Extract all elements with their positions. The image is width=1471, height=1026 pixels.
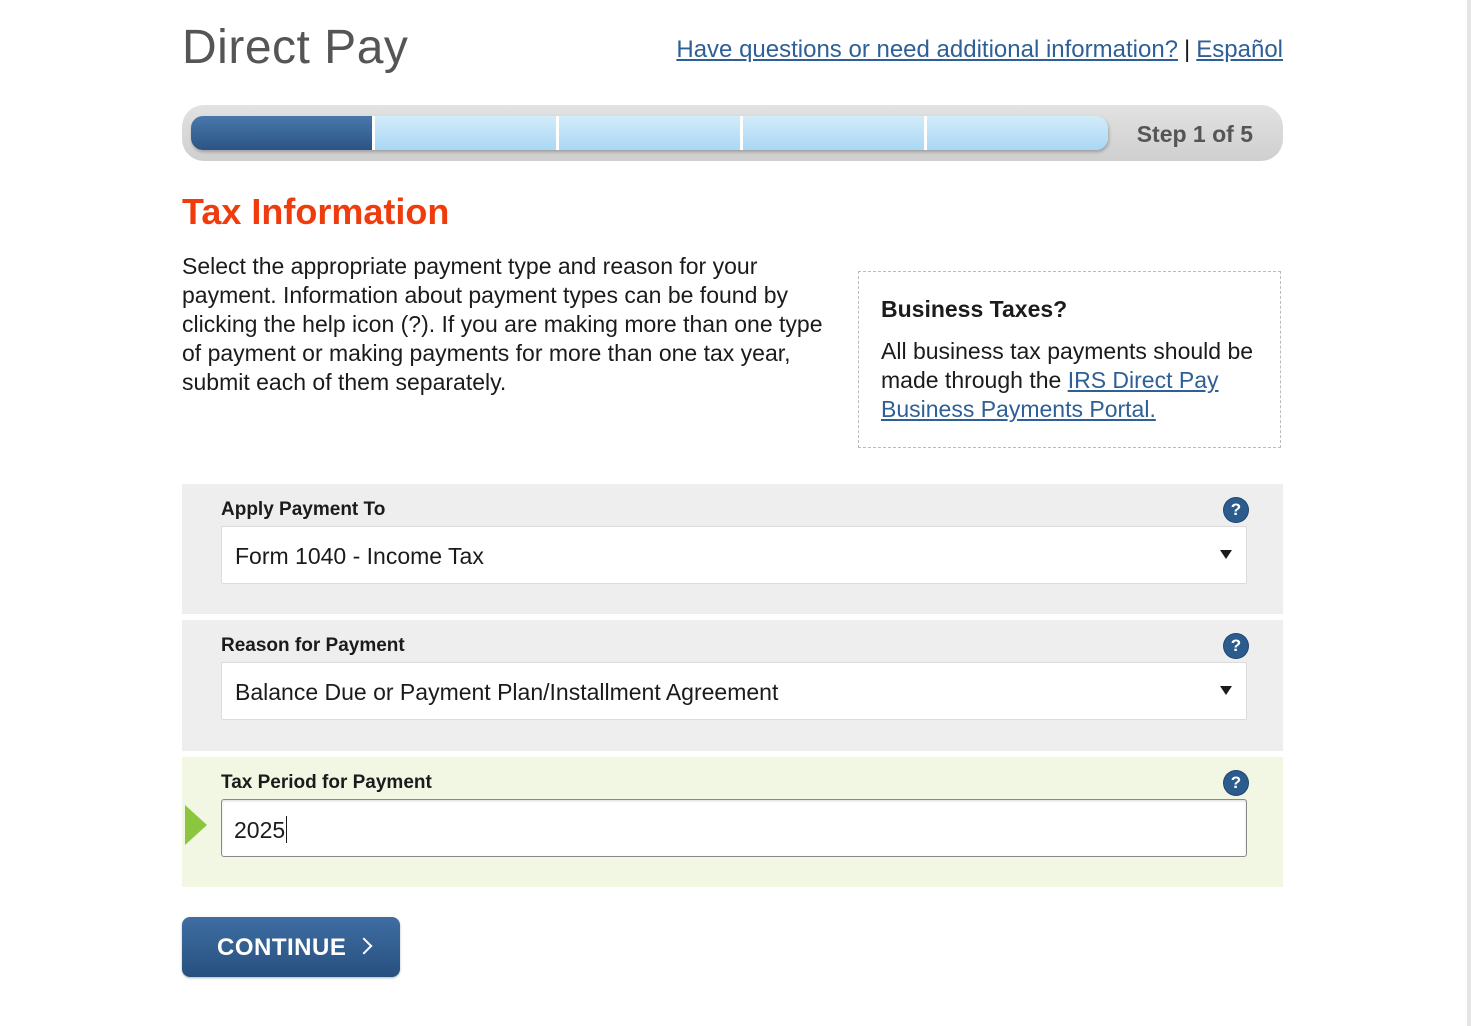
business-taxes-text: All business tax payments should be made… [881, 337, 1258, 424]
continue-label: CONTINUE [217, 934, 347, 961]
progress-segment-1 [191, 116, 372, 150]
main-container: Direct Pay Have questions or need additi… [182, 0, 1283, 977]
step-label: Step 1 of 5 [1136, 121, 1253, 147]
apply-payment-value: Form 1040 - Income Tax [235, 543, 484, 569]
tax-period-text: 2025 [234, 817, 286, 843]
section-title: Tax Information [182, 191, 450, 232]
tax-period-value: 2025 [234, 816, 288, 844]
business-taxes-box: Business Taxes? All business tax payment… [858, 271, 1281, 448]
progress-track [191, 116, 1108, 150]
progress-segment-4 [740, 116, 924, 150]
apply-payment-label: Apply Payment To [221, 499, 386, 520]
business-taxes-title: Business Taxes? [881, 296, 1068, 322]
reason-panel: Reason for Payment ? Balance Due or Paym… [182, 620, 1283, 751]
header-links: Have questions or need additional inform… [676, 36, 1283, 64]
language-link[interactable]: Español [1196, 36, 1283, 63]
progress-segment-2 [372, 116, 556, 150]
link-separator: | [1184, 36, 1191, 63]
apply-payment-panel: Apply Payment To ? Form 1040 - Income Ta… [182, 484, 1283, 614]
progress-bar: Step 1 of 5 [182, 105, 1283, 161]
continue-button[interactable]: CONTINUE [182, 917, 400, 977]
chevron-right-icon [355, 937, 373, 955]
tax-period-help-icon[interactable]: ? [1224, 771, 1248, 795]
dropdown-arrow-icon [1220, 686, 1232, 695]
help-link[interactable]: Have questions or need additional inform… [676, 36, 1178, 63]
reason-value: Balance Due or Payment Plan/Installment … [235, 679, 779, 705]
progress-segment-5 [924, 116, 1108, 150]
tax-period-panel: Tax Period for Payment ? 2025 [182, 757, 1283, 887]
app-title: Direct Pay [182, 21, 409, 74]
reason-help-icon[interactable]: ? [1224, 634, 1248, 658]
dropdown-arrow-icon [1220, 550, 1232, 559]
reason-label: Reason for Payment [221, 635, 405, 656]
header: Direct Pay Have questions or need additi… [182, 0, 1283, 100]
apply-payment-select[interactable]: Form 1040 - Income Tax [221, 526, 1247, 584]
reason-select[interactable]: Balance Due or Payment Plan/Installment … [221, 662, 1247, 720]
tax-period-label: Tax Period for Payment [221, 772, 432, 793]
tax-period-input[interactable]: 2025 [221, 799, 1247, 857]
text-caret [286, 816, 288, 843]
scrollbar-edge[interactable] [1467, 0, 1471, 1026]
page: Direct Pay Have questions or need additi… [0, 0, 1471, 1026]
intro-text: Select the appropriate payment type and … [182, 253, 823, 395]
current-field-marker-icon [185, 805, 207, 845]
progress-segment-3 [556, 116, 740, 150]
apply-payment-help-icon[interactable]: ? [1224, 498, 1248, 522]
